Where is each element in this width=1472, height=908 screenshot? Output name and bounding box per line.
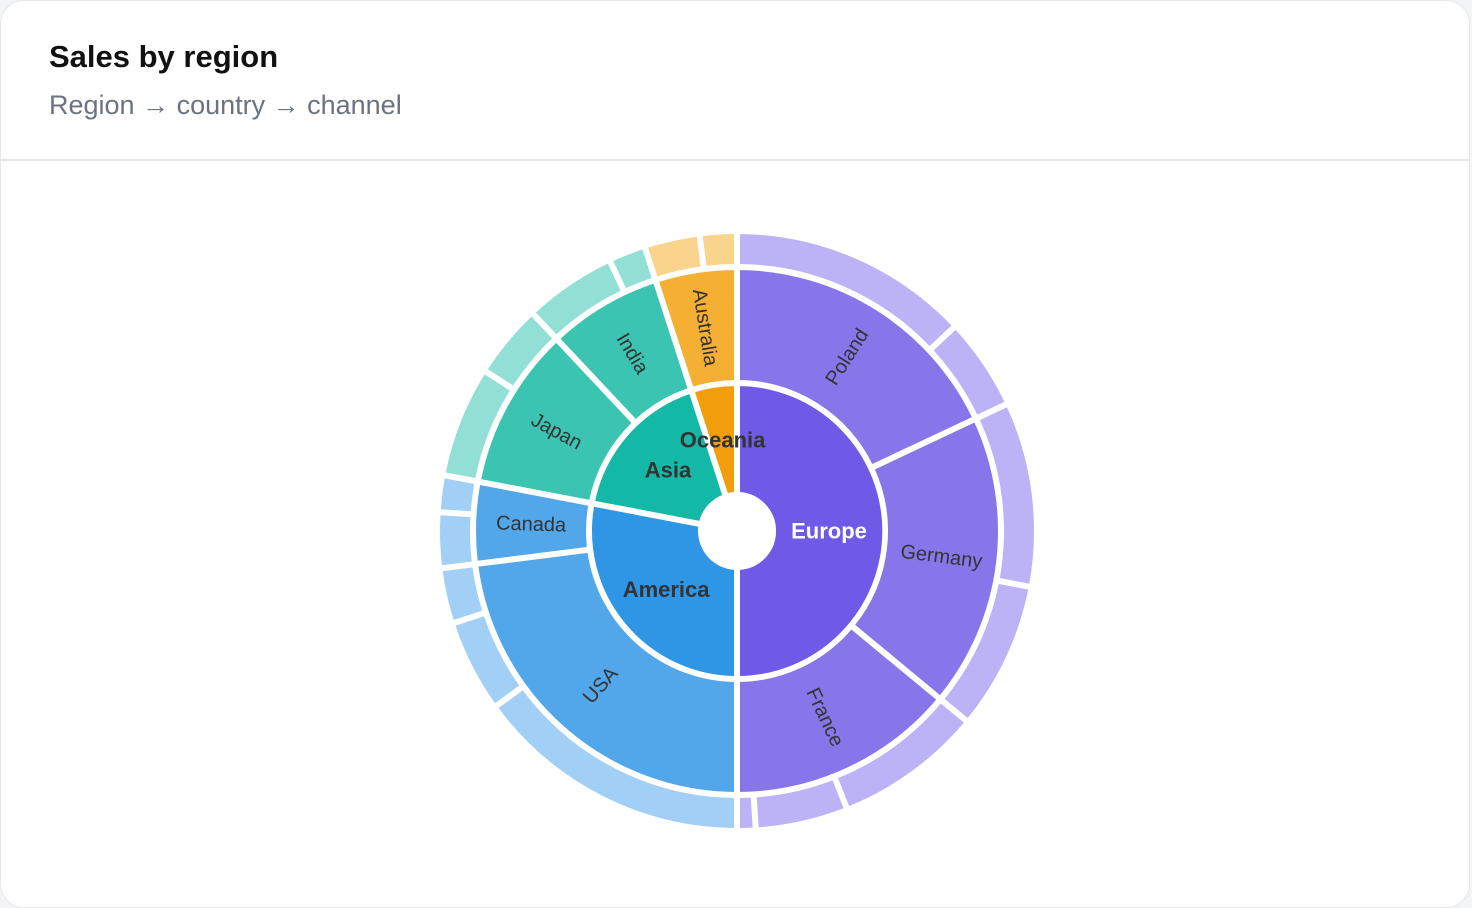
channel-arc-australia-1[interactable] (645, 234, 703, 279)
channel-arc-canada-2[interactable] (438, 476, 477, 514)
card-header: Sales by region Region → country → chann… (1, 1, 1469, 161)
chart-subtitle: Region → country → channel (49, 90, 402, 120)
chart-title: Sales by region (49, 39, 279, 74)
country-label-canada: Canada (496, 512, 568, 536)
region-label-america: America (623, 577, 711, 602)
region-label-oceania: Oceania (680, 428, 766, 453)
region-label-europe: Europe (791, 519, 867, 544)
region-label-asia: Asia (645, 458, 692, 483)
channel-arc-australia-2[interactable] (700, 232, 736, 268)
channel-arc-france-3[interactable] (738, 795, 755, 830)
chart-card: Sales by region Region → country → chann… (0, 0, 1470, 908)
sunburst-chart: EuropePolandGermanyFranceAmericaUSACanad… (438, 232, 1036, 830)
channel-arc-usa-3[interactable] (440, 565, 485, 623)
channel-arc-canada-1[interactable] (438, 513, 474, 568)
chart-area: Europe Poland Germany France America USA Canad… (1, 161, 1469, 899)
